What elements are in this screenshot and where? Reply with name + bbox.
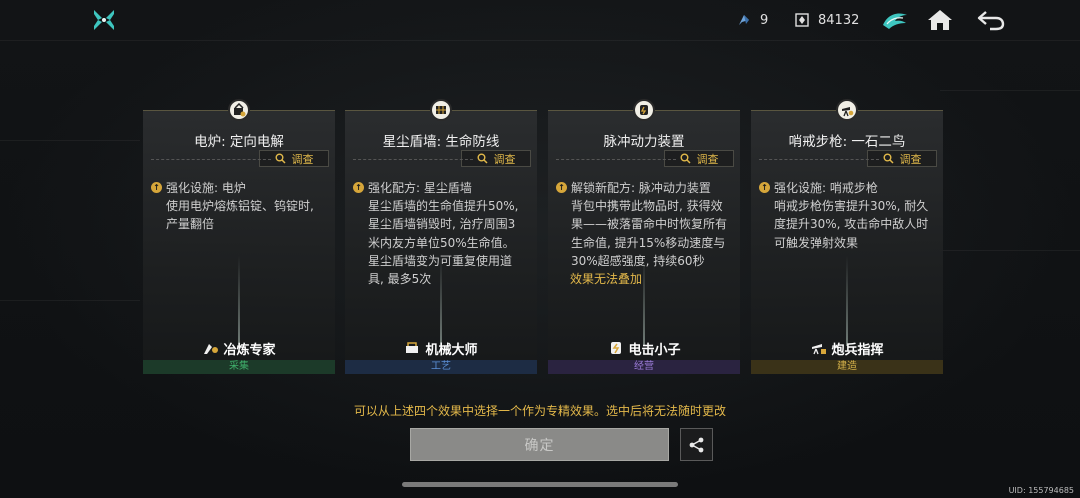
effect-warning: 效果无法叠加	[570, 272, 643, 287]
back-icon[interactable]	[976, 6, 1006, 34]
coin-count: 84132	[818, 12, 860, 28]
inspect-label: 调查	[696, 152, 719, 166]
effect-head: 强化设施: 哨戒步枪	[774, 181, 878, 195]
card-title: 电炉: 定向电解	[194, 134, 284, 150]
mechanic-icon	[404, 340, 422, 356]
uid-label: UID: 155794685	[1008, 486, 1074, 495]
light-beam	[846, 256, 848, 346]
card-description: ↑ 解锁新配方: 脉冲动力装置 背包中携带此物品时, 获得效果——被落雷命中时恢复…	[556, 179, 728, 288]
upgrade-icon: ↑	[151, 182, 162, 193]
effect-card-4[interactable]: 哨戒步枪: 一石二鸟 调查 ↑ 强化设施: 哨戒步枪 哨戒步枪伤害提升30%, 耐…	[751, 99, 943, 374]
profession-label: 电击小子	[548, 339, 740, 358]
inspect-label: 调查	[899, 152, 922, 166]
search-icon	[680, 153, 691, 164]
category-tag: 经营	[548, 360, 740, 374]
gem-counter[interactable]: 9	[736, 10, 768, 30]
top-bar: 9 84132	[0, 0, 1080, 42]
divider	[556, 159, 676, 160]
upgrade-icon: ↑	[759, 182, 770, 193]
light-beam	[440, 256, 442, 346]
effect-desc: 哨戒步枪伤害提升30%, 耐久度提升30%, 攻击命中敌人时可触发弹射效果	[774, 199, 929, 250]
logo-icon[interactable]	[92, 8, 116, 32]
pulse-device-icon	[633, 99, 655, 121]
search-icon	[275, 153, 286, 164]
search-icon	[883, 153, 894, 164]
card-title: 星尘盾墙: 生命防线	[382, 134, 500, 150]
share-button[interactable]	[680, 428, 713, 461]
shield-wall-icon	[430, 99, 452, 121]
gem-count: 9	[760, 12, 769, 28]
turret-icon	[836, 99, 858, 121]
effect-card-3[interactable]: 脉冲动力装置 调查 ↑ 解锁新配方: 脉冲动力装置 背包中携带此物品时, 获得效果…	[548, 99, 740, 374]
card-description: ↑ 强化配方: 星尘盾墙 星尘盾墙的生命值提升50%, 星尘盾墙销毁时, 治疗周围…	[353, 179, 525, 288]
confirm-button[interactable]: 确定	[410, 428, 669, 461]
profession-label: 机械大师	[345, 339, 537, 358]
effect-desc: 使用电炉熔炼铝锭、钨锭时, 产量翻倍	[166, 199, 314, 232]
effect-desc: 背包中携带此物品时, 获得效果——被落雷命中时恢复所有生命值, 提升15%移动速…	[571, 199, 728, 268]
effect-head: 强化设施: 电炉	[166, 181, 246, 195]
effect-card-2[interactable]: 星尘盾墙: 生命防线 调查 ↑ 强化配方: 星尘盾墙 星尘盾墙的生命值提升50%,…	[345, 99, 537, 374]
category-tag: 建造	[751, 360, 943, 374]
profession-label: 冶炼专家	[143, 339, 335, 358]
inspect-label: 调查	[291, 152, 314, 166]
home-indicator[interactable]	[402, 482, 678, 487]
selection-hint: 可以从上述四个效果中选择一个作为专精效果。选中后将无法随时更改	[353, 404, 726, 418]
card-description: ↑ 强化设施: 电炉 使用电炉熔炼铝锭、钨锭时, 产量翻倍	[151, 179, 323, 234]
home-icon[interactable]	[925, 6, 955, 34]
profession-label: 炮兵指挥	[751, 339, 943, 358]
effect-head: 强化配方: 星尘盾墙	[368, 181, 472, 195]
search-icon	[477, 153, 488, 164]
electric-icon	[607, 340, 625, 356]
divider	[353, 159, 473, 160]
gem-icon	[739, 15, 749, 25]
effect-card-1[interactable]: 电炉: 定向电解 调查 ↑ 强化设施: 电炉 使用电炉熔炼铝锭、钨锭时, 产量翻倍…	[143, 99, 335, 374]
smelter-icon	[202, 340, 220, 356]
category-tag: 工艺	[345, 360, 537, 374]
furnace-icon	[228, 99, 250, 121]
artillery-icon	[810, 340, 828, 356]
coin-icon	[795, 13, 809, 27]
upgrade-icon: ↑	[353, 182, 364, 193]
inspect-label: 调查	[493, 152, 516, 166]
effect-desc: 星尘盾墙的生命值提升50%, 星尘盾墙销毁时, 治疗周围3米内友方单位50%生命…	[368, 199, 519, 287]
light-beam	[643, 256, 645, 346]
category-tag: 采集	[143, 360, 335, 374]
light-beam	[238, 256, 240, 346]
emblem-icon[interactable]	[880, 6, 910, 34]
share-icon	[689, 437, 703, 452]
card-title: 脉冲动力装置	[603, 134, 685, 150]
divider	[759, 159, 879, 160]
coin-counter[interactable]: 84132	[794, 10, 859, 30]
divider	[151, 159, 271, 160]
card-description: ↑ 强化设施: 哨戒步枪 哨戒步枪伤害提升30%, 耐久度提升30%, 攻击命中敌…	[759, 179, 931, 252]
upgrade-icon: ↑	[556, 182, 567, 193]
effect-head: 解锁新配方: 脉冲动力装置	[571, 181, 711, 195]
card-title: 哨戒步枪: 一石二鸟	[788, 134, 906, 150]
